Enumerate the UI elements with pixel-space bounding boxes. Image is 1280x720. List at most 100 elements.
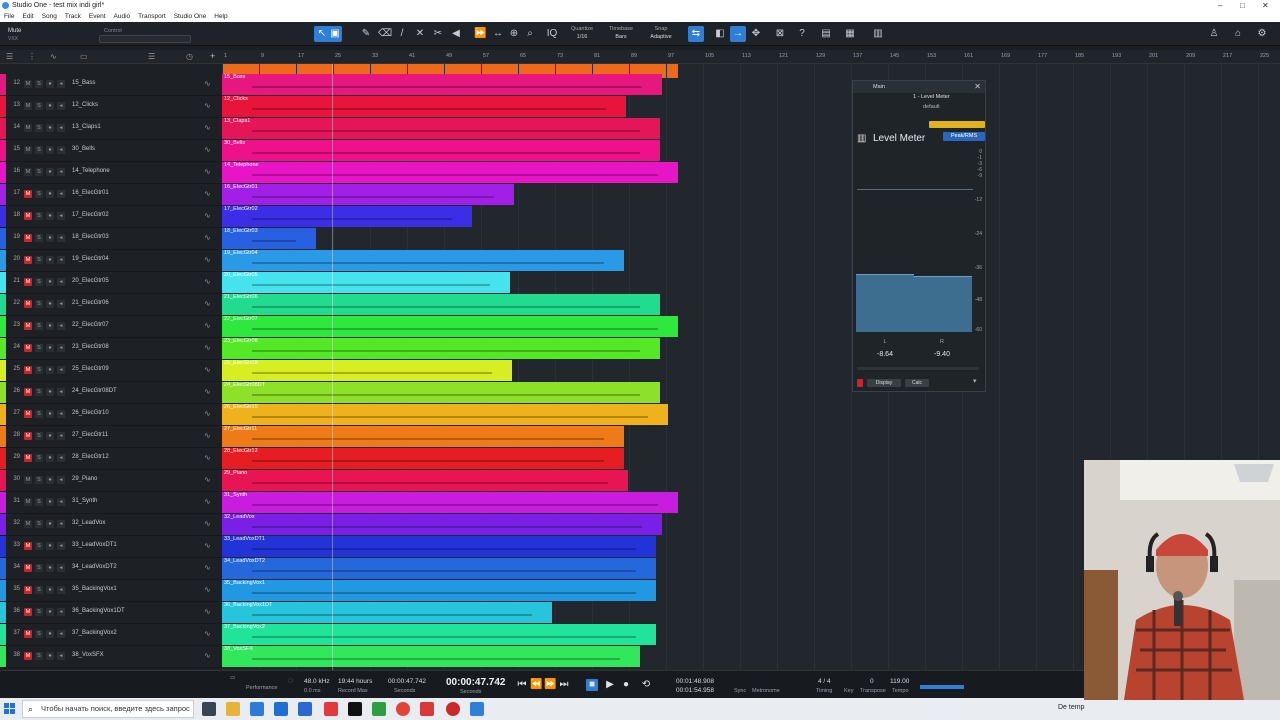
menu-help[interactable]: Help [210, 11, 231, 22]
solo-button[interactable]: S [35, 278, 43, 286]
mute-button[interactable]: M [24, 146, 32, 154]
solo-button[interactable]: S [35, 454, 43, 462]
bend-tool-icon[interactable]: ⏩ [474, 28, 486, 40]
mute-button[interactable]: M [24, 630, 32, 638]
waveform-icon[interactable]: ∿ [204, 651, 211, 660]
track-header[interactable]: 31 M S ● ◂ 31_Synth ∿ [0, 492, 222, 514]
fast-forward-icon[interactable]: ⏩ [544, 679, 556, 691]
track-name[interactable]: 16_ElecGtr01 [72, 190, 109, 196]
record-arm-button[interactable]: ● [46, 322, 54, 330]
playhead-cursor[interactable] [332, 64, 333, 670]
record-arm-button[interactable]: ● [46, 388, 54, 396]
record-arm-button[interactable]: ● [46, 300, 54, 308]
record-arm-button[interactable]: ● [46, 432, 54, 440]
record-arm-button[interactable]: ● [46, 630, 54, 638]
waveform-icon[interactable]: ∿ [204, 211, 211, 220]
mute-button[interactable]: M [24, 564, 32, 572]
record-arm-button[interactable]: ● [46, 256, 54, 264]
arrow-tool-icon[interactable]: ↖ [316, 28, 328, 40]
home-icon[interactable]: ⌂ [1232, 28, 1244, 40]
view-icon[interactable]: ⋮ [28, 52, 36, 61]
paint-tool-icon[interactable]: / [396, 28, 408, 40]
waveform-icon[interactable]: ∿ [204, 431, 211, 440]
mute-button[interactable]: M [24, 432, 32, 440]
main-time-display[interactable]: 00:00:47.742 [446, 677, 506, 688]
add-track-button[interactable]: + [210, 51, 215, 61]
solo-button[interactable]: S [35, 190, 43, 198]
track-name[interactable]: 37_BackingVox2 [72, 630, 117, 636]
edge-icon[interactable] [274, 702, 288, 716]
record-icon[interactable]: ● [620, 679, 632, 691]
loop-icon[interactable]: ⟲ [640, 679, 652, 691]
loop-end[interactable]: 00:01:54.958 [676, 687, 714, 694]
waveform-icon[interactable]: ∿ [204, 343, 211, 352]
timeline-ruler[interactable]: 1 9 17 25 33 41 49 57 65 73 81 89 97 105 113 121 129 137 1… [222, 50, 1280, 64]
solo-button[interactable]: S [35, 564, 43, 572]
maximize-icon[interactable]: □ [1240, 0, 1245, 11]
range-tool-icon[interactable]: ▣ [329, 28, 341, 40]
waveform-icon[interactable]: ∿ [204, 101, 211, 110]
track-name[interactable]: 14_Telephone [72, 168, 110, 174]
track-name[interactable]: 36_BackingVox1DT [72, 608, 125, 614]
transpose-value[interactable]: 0 [870, 678, 874, 685]
track-header[interactable]: 20 M S ● ◂ 19_ElecGtr04 ∿ [0, 250, 222, 272]
solo-button[interactable]: S [35, 542, 43, 550]
track-header[interactable]: 21 M S ● ◂ 20_ElecGtr05 ∿ [0, 272, 222, 294]
track-header[interactable]: 19 M S ● ◂ 18_ElecGtr03 ∿ [0, 228, 222, 250]
menu-track[interactable]: Track [61, 11, 85, 22]
track-name[interactable]: 28_ElecGtr12 [72, 454, 109, 460]
control-dropdown[interactable] [99, 35, 191, 43]
mixer-icon[interactable]: ▥ [872, 28, 884, 40]
mute-button[interactable]: M [24, 388, 32, 396]
waveform-icon[interactable]: ∿ [204, 277, 211, 286]
audio-clip[interactable]: 34_LeadVoxDT2 [222, 558, 656, 579]
waveform-icon[interactable]: ∿ [204, 233, 211, 242]
waveform-icon[interactable]: ∿ [204, 189, 211, 198]
meter-mode-button[interactable]: Peak/RMS [943, 132, 985, 141]
split-view-icon[interactable]: ◧ [714, 28, 726, 40]
mute-button[interactable]: M [24, 322, 32, 330]
play-icon[interactable]: ▶ [604, 679, 616, 691]
track-header[interactable]: 36 M S ● ◂ 36_BackingVox1DT ∿ [0, 602, 222, 624]
solo-button[interactable]: S [35, 80, 43, 88]
solo-button[interactable]: S [35, 476, 43, 484]
record-arm-button[interactable]: ● [46, 102, 54, 110]
stop-icon[interactable]: ■ [586, 679, 598, 691]
grid-icon[interactable]: ▦ [844, 28, 856, 40]
track-header[interactable]: 16 M S ● ◂ 14_Telephone ∿ [0, 162, 222, 184]
track-name[interactable]: 29_Piano [72, 476, 97, 482]
audio-clip[interactable]: 29_Piano [222, 470, 628, 491]
monitor-button[interactable]: ◂ [57, 344, 65, 352]
menu-studio-one[interactable]: Studio One [170, 11, 211, 22]
monitor-button[interactable]: ◂ [57, 542, 65, 550]
track-header[interactable]: 26 M S ● ◂ 24_ElecGtr08DT ∿ [0, 382, 222, 404]
rewind-icon[interactable]: ⏪ [530, 679, 542, 691]
monitor-button[interactable]: ◂ [57, 300, 65, 308]
solo-button[interactable]: S [35, 212, 43, 220]
mute-button[interactable]: M [24, 278, 32, 286]
track-header[interactable]: 34 M S ● ◂ 34_LeadVoxDT2 ∿ [0, 558, 222, 580]
store-icon[interactable] [250, 702, 264, 716]
ripple-icon[interactable]: ⊠ [774, 28, 786, 40]
track-name[interactable]: 24_ElecGtr08DT [72, 388, 117, 394]
audio-clip[interactable]: 25_ElecGtr09 [222, 360, 512, 381]
record-arm-button[interactable]: ● [46, 234, 54, 242]
record-arm-button[interactable]: ● [46, 124, 54, 132]
audio-clip[interactable]: 23_ElecGtr08 [222, 338, 660, 359]
opera-icon[interactable] [446, 702, 460, 716]
meter-device-name[interactable]: 1 - Level Meter [913, 94, 950, 100]
track-name[interactable]: 31_Synth [72, 498, 97, 504]
waveform-icon[interactable]: ∿ [204, 167, 211, 176]
track-name[interactable]: 17_ElecGtr02 [72, 212, 109, 218]
mute-button[interactable]: M [24, 102, 32, 110]
track-name[interactable]: 21_ElecGtr06 [72, 300, 109, 306]
audio-clip[interactable]: 13_Claps1 [222, 118, 660, 139]
waveform-icon[interactable]: ∿ [204, 607, 211, 616]
settings-icon[interactable]: ⚙ [1256, 28, 1268, 40]
mute-button[interactable]: M [24, 256, 32, 264]
record-arm-button[interactable]: ● [46, 476, 54, 484]
tiktok-icon[interactable] [348, 702, 362, 716]
column-icon[interactable]: ☰ [148, 52, 155, 61]
mail-icon[interactable] [298, 702, 312, 716]
mute-button[interactable]: M [24, 80, 32, 88]
